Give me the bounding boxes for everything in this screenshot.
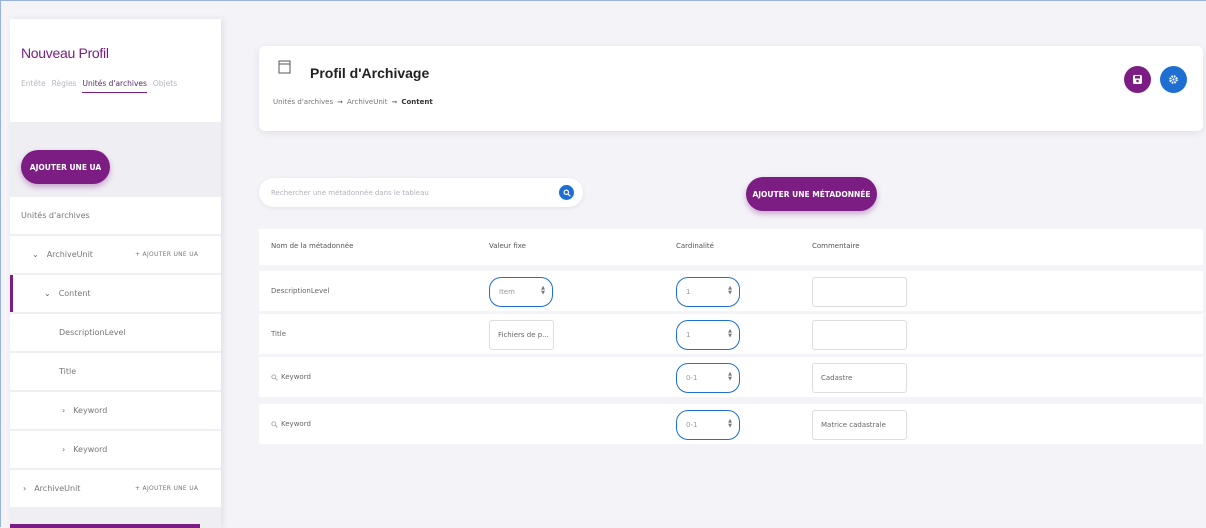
fixed-value-field[interactable]: Fichiers de p... [489, 320, 554, 350]
metadata-name-text: Keyword [281, 373, 311, 381]
tree-item-title[interactable]: Title [10, 353, 221, 390]
metadata-name-text: Keyword [281, 420, 311, 428]
cardinality-text: 1 [686, 288, 691, 296]
chevron-right-icon[interactable]: › [23, 484, 26, 493]
header-card: Profil d'Archivage Unités d'archives ➞ A… [259, 46, 1203, 131]
chevron-right-icon[interactable]: › [62, 445, 65, 454]
metadata-name: Keyword [271, 420, 311, 428]
stepper-arrows-icon[interactable]: ▲ ▼ [728, 286, 732, 296]
metadata-name: Title [271, 330, 286, 338]
cardinality-select[interactable]: 0-1 ▲ ▼ [676, 410, 740, 440]
tree-item-root[interactable]: Unités d'archives [10, 197, 221, 234]
tree-item-content[interactable]: ⌄ Content [10, 275, 221, 312]
stepper-arrows-icon[interactable]: ▲ ▼ [728, 419, 732, 429]
breadcrumb-item[interactable]: ArchiveUnit [347, 98, 387, 106]
add-metadata-button[interactable]: AJOUTER UNE MÉTADONNÉE [746, 177, 877, 211]
tab-unites-archives[interactable]: Unités d'archives [82, 79, 147, 93]
table-row: Keyword 0-1 ▲ ▼ Cadastre [259, 357, 1203, 397]
tree-item-keyword[interactable]: › Keyword [10, 431, 221, 468]
search-icon [271, 373, 278, 381]
table-row: DescriptionLevel Item ▲ ▼ 1 ▲ ▼ [259, 271, 1203, 311]
page-title: Profil d'Archivage [310, 65, 430, 81]
column-header-cardinality: Cardinalité [676, 242, 714, 250]
breadcrumb: Unités d'archives ➞ ArchiveUnit ➞ Conten… [273, 98, 433, 106]
cardinality-select[interactable]: 0-1 ▲ ▼ [676, 363, 740, 393]
metadata-name-text: DescriptionLevel [271, 287, 330, 295]
arrow-right-icon: ➞ [391, 98, 398, 106]
breadcrumb-current: Content [401, 98, 433, 106]
tree-item-label: Content [58, 289, 91, 298]
fixed-value-text: Item [499, 288, 515, 296]
comment-field[interactable]: Cadastre [812, 363, 907, 393]
cardinality-text: 1 [686, 331, 691, 339]
cardinality-select[interactable]: 1 ▲ ▼ [676, 277, 740, 307]
settings-button[interactable] [1160, 66, 1187, 93]
search-input[interactable] [271, 188, 553, 197]
sidebar-scroll-indicator [10, 524, 200, 528]
sidebar-tabs: Entête Règles Unités d'archives Objets [21, 79, 221, 93]
save-icon [1133, 75, 1142, 84]
comment-field[interactable] [812, 320, 907, 350]
tree-item-label: Title [59, 367, 77, 376]
app-frame: Nouveau Profil Entête Règles Unités d'ar… [0, 0, 1206, 528]
arrow-right-icon: ➞ [337, 98, 344, 106]
tree-item-archiveunit[interactable]: ⌄ ArchiveUnit + AJOUTER UNE UA [10, 236, 221, 273]
add-ua-button[interactable]: AJOUTER UNE UA [21, 150, 110, 184]
gear-icon [1169, 75, 1178, 84]
stepper-arrows-icon[interactable]: ▲ ▼ [728, 329, 732, 339]
column-header-fixed-value: Valeur fixe [489, 242, 526, 250]
tree-item-label: Keyword [73, 445, 108, 454]
tree-item-archiveunit[interactable]: › ArchiveUnit + AJOUTER UNE UA [10, 470, 221, 507]
fixed-value-select[interactable]: Item ▲ ▼ [489, 277, 553, 307]
search-icon [562, 188, 571, 197]
column-header-comment: Commentaire [812, 242, 860, 250]
profile-title: Nouveau Profil [21, 45, 109, 61]
stepper-arrows-icon[interactable]: ▲ ▼ [728, 372, 732, 382]
cardinality-text: 0-1 [686, 374, 698, 382]
search-bar [259, 178, 583, 207]
tree-item-label: ArchiveUnit [34, 484, 81, 493]
sidebar: Nouveau Profil Entête Règles Unités d'ar… [10, 19, 221, 528]
tree-item-label: ArchiveUnit [46, 250, 93, 259]
metadata-name-text: Title [271, 330, 287, 338]
table-row: Title Fichiers de p... 1 ▲ ▼ [259, 314, 1203, 354]
chevron-down-icon[interactable]: ⌄ [32, 250, 39, 259]
comment-field[interactable] [812, 277, 907, 307]
folder-icon [278, 60, 291, 74]
metadata-name: Keyword [271, 373, 311, 381]
sidebar-header: Nouveau Profil Entête Règles Unités d'ar… [10, 19, 221, 122]
stepper-arrows-icon[interactable]: ▲ ▼ [541, 286, 545, 296]
cardinality-select[interactable]: 1 ▲ ▼ [676, 320, 740, 350]
cardinality-text: 0-1 [686, 421, 698, 429]
add-ua-link[interactable]: + AJOUTER UNE UA [135, 485, 198, 492]
chevron-down-icon[interactable]: ⌄ [44, 289, 51, 298]
breadcrumb-item[interactable]: Unités d'archives [273, 98, 333, 106]
save-button[interactable] [1124, 66, 1151, 93]
search-icon [271, 420, 278, 428]
add-ua-link[interactable]: + AJOUTER UNE UA [135, 251, 198, 258]
tree-item-label: DescriptionLevel [59, 328, 126, 337]
comment-field[interactable]: Matrice cadastrale [812, 410, 907, 440]
table-row: Keyword 0-1 ▲ ▼ Matrice cadastrale [259, 404, 1203, 444]
search-button[interactable] [559, 185, 574, 200]
tree-item-keyword[interactable]: › Keyword [10, 392, 221, 429]
archive-tree: Unités d'archives ⌄ ArchiveUnit + AJOUTE… [10, 197, 221, 509]
tab-regles[interactable]: Règles [52, 79, 77, 93]
tree-item-label: Unités d'archives [21, 211, 90, 220]
table-header: Nom de la métadonnée Valeur fixe Cardina… [259, 229, 1203, 265]
tree-item-descriptionlevel[interactable]: DescriptionLevel [10, 314, 221, 351]
metadata-name: DescriptionLevel [271, 287, 329, 295]
chevron-right-icon[interactable]: › [62, 406, 65, 415]
column-header-name: Nom de la métadonnée [271, 242, 354, 250]
tab-entete[interactable]: Entête [21, 79, 46, 93]
tab-objets[interactable]: Objets [153, 79, 177, 93]
tree-item-label: Keyword [73, 406, 108, 415]
